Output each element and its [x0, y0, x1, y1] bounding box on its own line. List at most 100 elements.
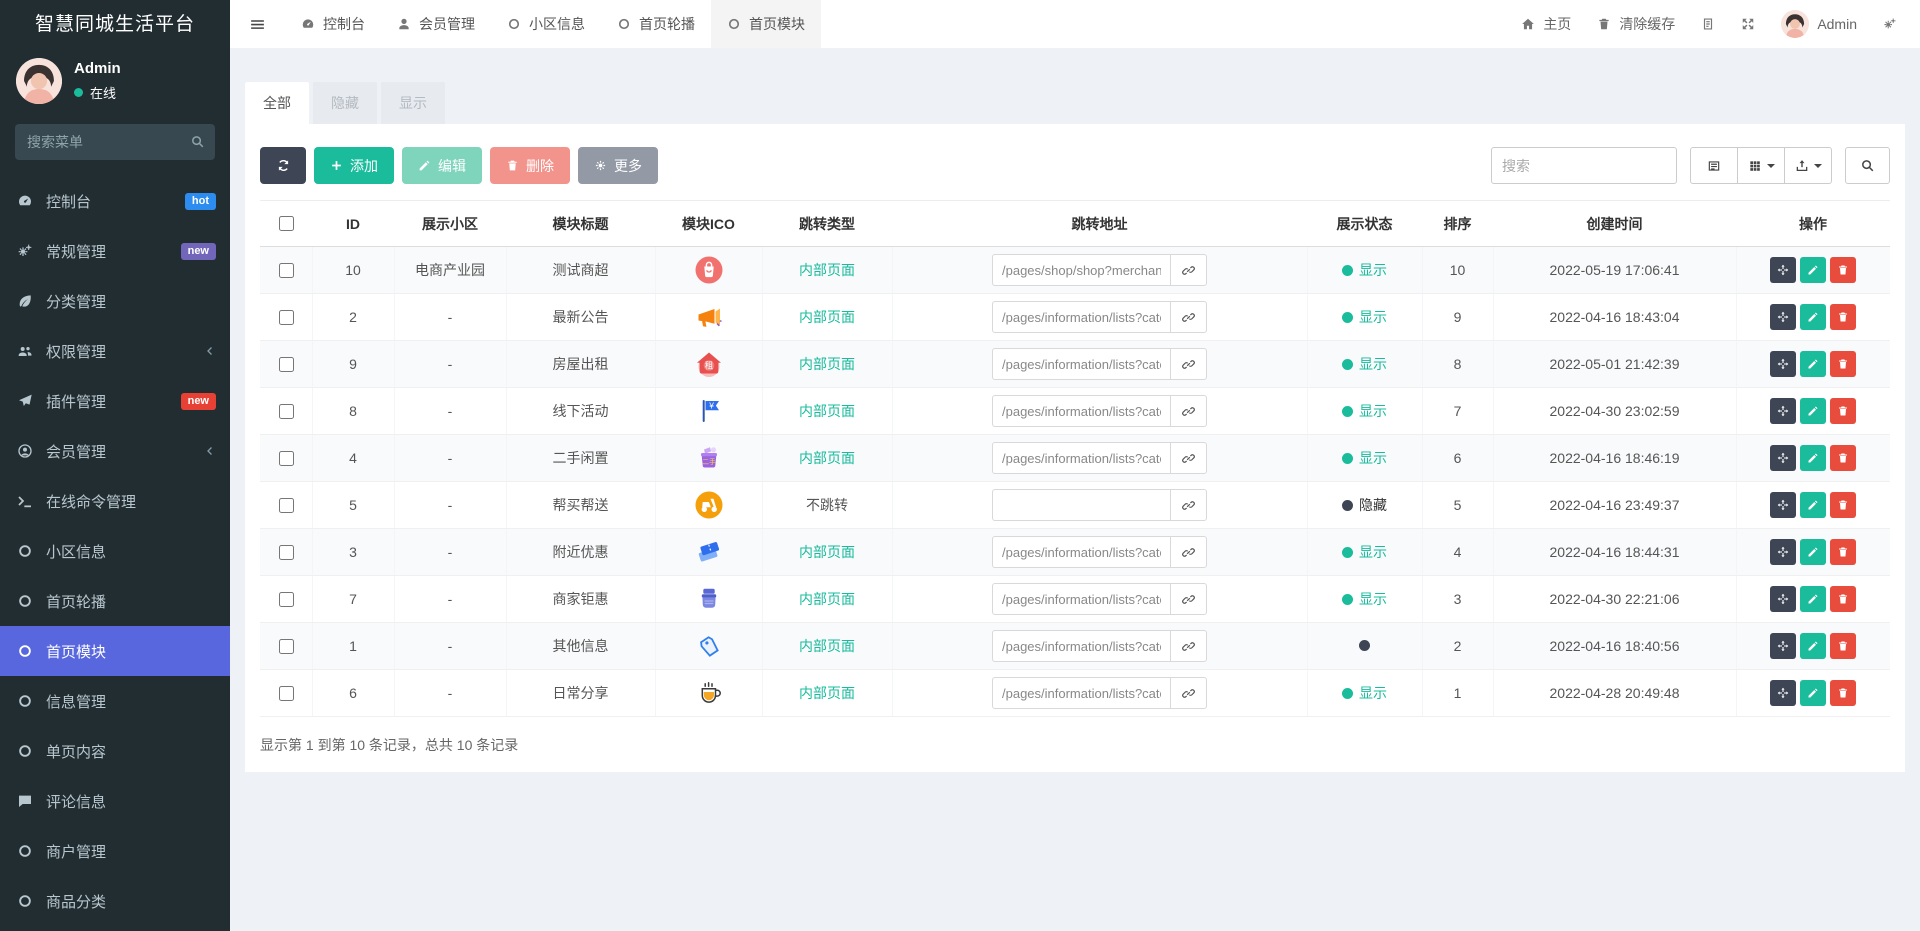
sidebar-item-comments[interactable]: 评论信息 — [0, 776, 230, 826]
sidebar-item-community-info[interactable]: 小区信息 — [0, 526, 230, 576]
row-checkbox[interactable] — [278, 638, 294, 654]
edit-row-button[interactable] — [1800, 680, 1827, 706]
edit-row-button[interactable] — [1800, 492, 1827, 518]
sidebar-item-home-carousel[interactable]: 首页轮播 — [0, 576, 230, 626]
nav-tab-member[interactable]: 会员管理 — [381, 0, 491, 48]
delete-row-button[interactable] — [1830, 445, 1857, 471]
row-checkbox[interactable] — [278, 262, 294, 278]
nav-tab-community-info[interactable]: 小区信息 — [491, 0, 601, 48]
search-button[interactable] — [1845, 147, 1890, 184]
row-checkbox[interactable] — [278, 309, 294, 325]
move-row-button[interactable] — [1770, 445, 1797, 471]
sidebar-item-single-page[interactable]: 单页内容 — [0, 726, 230, 776]
edit-row-button[interactable] — [1800, 351, 1827, 377]
table-search-input[interactable] — [1491, 147, 1677, 184]
sidebar-item-permission[interactable]: 权限管理 — [0, 326, 230, 376]
delete-row-button[interactable] — [1830, 304, 1857, 330]
filter-tab-visible[interactable]: 显示 — [381, 82, 445, 124]
log-button[interactable] — [1688, 0, 1728, 48]
move-row-button[interactable] — [1770, 304, 1797, 330]
row-checkbox[interactable] — [278, 403, 294, 419]
sidebar-item-online-command[interactable]: 在线命令管理 — [0, 476, 230, 526]
row-checkbox[interactable] — [278, 450, 294, 466]
edit-row-button[interactable] — [1800, 539, 1827, 565]
edit-row-button[interactable] — [1800, 257, 1827, 283]
sidebar-item-merchants[interactable]: 商户管理 — [0, 826, 230, 876]
more-button[interactable]: 更多 — [578, 147, 658, 184]
edit-row-button[interactable] — [1800, 304, 1827, 330]
row-checkbox[interactable] — [278, 497, 294, 513]
settings-button[interactable] — [1870, 0, 1910, 48]
open-link-button[interactable] — [1170, 395, 1207, 427]
open-link-button[interactable] — [1170, 348, 1207, 380]
delete-row-button[interactable] — [1830, 257, 1857, 283]
select-all-checkbox[interactable] — [279, 216, 294, 231]
jump-url-input[interactable] — [992, 442, 1170, 474]
user-menu[interactable]: Admin — [1768, 0, 1870, 48]
move-row-button[interactable] — [1770, 398, 1797, 424]
sidebar-item-general[interactable]: 常规管理 new — [0, 226, 230, 276]
nav-tab-home-carousel[interactable]: 首页轮播 — [601, 0, 711, 48]
refresh-button[interactable] — [260, 147, 306, 184]
nav-tab-home-modules[interactable]: 首页模块 — [711, 0, 821, 48]
sidebar-search-input[interactable] — [15, 124, 215, 160]
hamburger-icon[interactable] — [230, 0, 285, 48]
open-link-button[interactable] — [1170, 254, 1207, 286]
delete-row-button[interactable] — [1830, 398, 1857, 424]
edit-row-button[interactable] — [1800, 445, 1827, 471]
open-link-button[interactable] — [1170, 630, 1207, 662]
delete-row-button[interactable] — [1830, 586, 1857, 612]
move-row-button[interactable] — [1770, 680, 1797, 706]
open-link-button[interactable] — [1170, 677, 1207, 709]
open-link-button[interactable] — [1170, 583, 1207, 615]
jump-url-input[interactable] — [992, 536, 1170, 568]
jump-url-input[interactable] — [992, 630, 1170, 662]
nav-tab-dashboard[interactable]: 控制台 — [285, 0, 381, 48]
edit-row-button[interactable] — [1800, 398, 1827, 424]
add-button[interactable]: 添加 — [314, 147, 394, 184]
export-button[interactable] — [1784, 147, 1832, 184]
delete-row-button[interactable] — [1830, 492, 1857, 518]
sidebar-item-member[interactable]: 会员管理 — [0, 426, 230, 476]
delete-row-button[interactable] — [1830, 539, 1857, 565]
delete-row-button[interactable] — [1830, 633, 1857, 659]
sidebar-item-goods-category[interactable]: 商品分类 — [0, 876, 230, 926]
move-row-button[interactable] — [1770, 257, 1797, 283]
sidebar-item-dashboard[interactable]: 控制台 hot — [0, 176, 230, 226]
sidebar-item-info-manage[interactable]: 信息管理 — [0, 676, 230, 726]
sidebar-item-category[interactable]: 分类管理 — [0, 276, 230, 326]
jump-url-input[interactable] — [992, 301, 1170, 333]
row-checkbox[interactable] — [278, 356, 294, 372]
move-row-button[interactable] — [1770, 539, 1797, 565]
delete-button[interactable]: 删除 — [490, 147, 570, 184]
jump-url-input[interactable] — [992, 395, 1170, 427]
columns-button[interactable] — [1737, 147, 1785, 184]
jump-url-input[interactable] — [992, 348, 1170, 380]
fullscreen-button[interactable] — [1728, 0, 1768, 48]
edit-row-button[interactable] — [1800, 633, 1827, 659]
filter-tab-hidden[interactable]: 隐藏 — [313, 82, 377, 124]
edit-button[interactable]: 编辑 — [402, 147, 482, 184]
delete-row-button[interactable] — [1830, 680, 1857, 706]
delete-row-button[interactable] — [1830, 351, 1857, 377]
filter-tab-all[interactable]: 全部 — [245, 82, 309, 124]
open-link-button[interactable] — [1170, 442, 1207, 474]
row-checkbox[interactable] — [278, 685, 294, 701]
open-link-button[interactable] — [1170, 536, 1207, 568]
move-row-button[interactable] — [1770, 351, 1797, 377]
open-link-button[interactable] — [1170, 489, 1207, 521]
home-link[interactable]: 主页 — [1508, 0, 1584, 48]
detail-view-button[interactable] — [1690, 147, 1738, 184]
jump-url-input[interactable] — [992, 254, 1170, 286]
move-row-button[interactable] — [1770, 633, 1797, 659]
row-checkbox[interactable] — [278, 591, 294, 607]
jump-url-input[interactable] — [992, 677, 1170, 709]
move-row-button[interactable] — [1770, 492, 1797, 518]
jump-url-input[interactable] — [992, 583, 1170, 615]
clear-cache-button[interactable]: 清除缓存 — [1584, 0, 1688, 48]
row-checkbox[interactable] — [278, 544, 294, 560]
move-row-button[interactable] — [1770, 586, 1797, 612]
open-link-button[interactable] — [1170, 301, 1207, 333]
sidebar-item-home-modules[interactable]: 首页模块 — [0, 626, 230, 676]
edit-row-button[interactable] — [1800, 586, 1827, 612]
